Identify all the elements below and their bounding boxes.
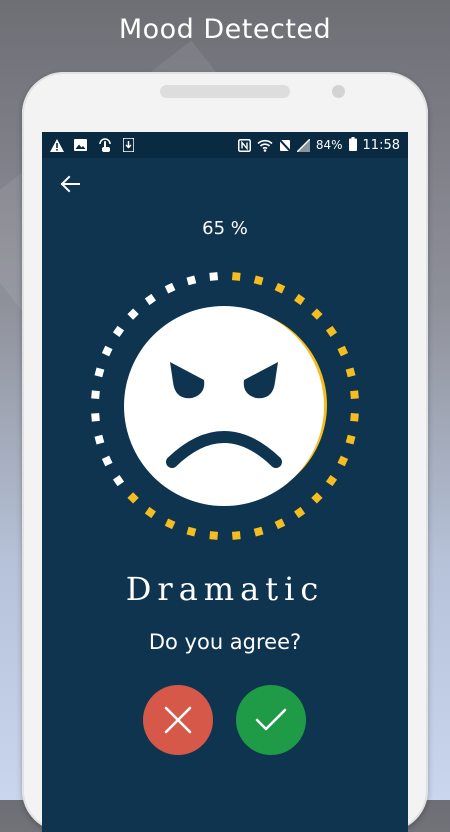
angry-face-icon — [124, 306, 324, 506]
ring-dot — [144, 293, 156, 306]
wifi-icon — [257, 139, 273, 152]
ring-dot — [311, 492, 323, 504]
ring-dot — [231, 272, 241, 281]
mood-label: Dramatic — [125, 570, 325, 608]
image-icon — [74, 139, 87, 151]
warning-icon — [50, 138, 64, 152]
check-icon — [255, 708, 287, 731]
battery-icon — [348, 136, 357, 154]
signal-icon — [296, 138, 310, 152]
ring-dot — [91, 412, 100, 422]
ring-dot — [164, 282, 176, 294]
ring-dot — [94, 434, 105, 445]
ring-dot — [325, 475, 338, 487]
ring-dot — [209, 531, 219, 540]
phone-frame: 84% 11:58 65 % Dramatic Do you agree? — [22, 72, 428, 832]
ring-dot — [101, 455, 113, 467]
reject-button[interactable] — [143, 685, 213, 755]
no-signal-icon — [278, 138, 291, 152]
ring-dot — [231, 531, 241, 540]
ring-dot — [186, 526, 197, 537]
ring-dot — [101, 345, 113, 357]
ring-dot — [253, 526, 264, 537]
ring-dot — [350, 390, 359, 400]
ring-dot — [337, 345, 349, 357]
front-camera — [332, 85, 345, 98]
agree-question: Do you agree? — [148, 630, 302, 654]
phone-screen: 84% 11:58 65 % Dramatic Do you agree? — [42, 132, 408, 832]
close-icon — [164, 706, 192, 734]
ring-dot — [253, 275, 264, 286]
back-button[interactable] — [56, 170, 84, 198]
speaker-grille — [160, 85, 290, 98]
ring-dot — [274, 518, 286, 530]
accept-button[interactable] — [236, 685, 306, 755]
ring-dot — [127, 492, 139, 504]
ring-dot — [186, 275, 197, 286]
clock: 11:58 — [362, 137, 400, 153]
status-bar: 84% 11:58 — [42, 132, 408, 158]
headline: Mood Detected — [118, 14, 332, 45]
ring-dot — [91, 390, 100, 400]
confidence-ring — [91, 272, 359, 540]
arrow-left-icon — [60, 175, 80, 193]
confidence-percent: 65 % — [202, 218, 248, 239]
ring-dot — [209, 272, 219, 281]
ring-dot — [311, 308, 323, 320]
ring-dot — [127, 308, 139, 320]
ring-dot — [112, 475, 125, 487]
ring-dot — [112, 325, 125, 337]
ring-dot — [337, 455, 349, 467]
ring-dot — [294, 293, 306, 306]
ring-dot — [294, 506, 306, 519]
ring-dot — [94, 367, 105, 378]
touch-icon — [97, 138, 113, 152]
nfc-icon — [237, 138, 251, 152]
battery-level: 84% — [315, 138, 343, 152]
ring-dot — [350, 412, 359, 422]
download-icon — [123, 138, 134, 152]
ring-dot — [345, 434, 356, 445]
ring-dot — [164, 518, 176, 530]
ring-dot — [345, 367, 356, 378]
ring-dot — [144, 506, 156, 519]
ring-dot — [274, 282, 286, 294]
ring-dot — [325, 325, 338, 337]
